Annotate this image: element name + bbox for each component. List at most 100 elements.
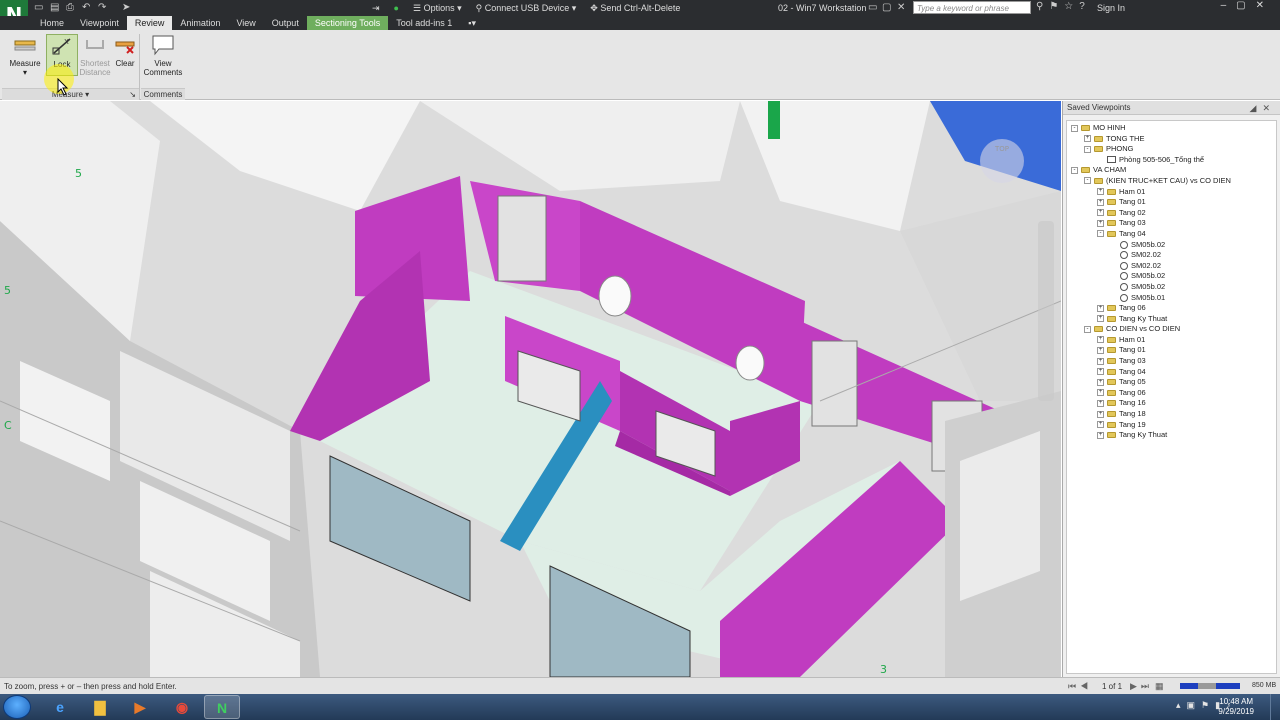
shortest-distance-button[interactable]: Shortest Distance (78, 34, 112, 77)
tree-node[interactable]: SM02.02 (1067, 261, 1276, 272)
collapse-icon[interactable]: - (1084, 325, 1091, 333)
tab-tool-add-ins[interactable]: Tool add-ins 1 (388, 16, 460, 30)
expand-icon[interactable]: + (1097, 410, 1104, 418)
pin-icon[interactable]: ⇥ (372, 3, 380, 14)
send-cad-button[interactable]: ✥ Send Ctrl-Alt-Delete (590, 3, 680, 14)
search-input[interactable]: Type a keyword or phrase (913, 1, 1031, 14)
tab-output[interactable]: Output (264, 16, 307, 30)
tree-node[interactable]: + TONG THE (1067, 134, 1276, 145)
expand-icon[interactable]: + (1097, 209, 1104, 217)
undo-icon[interactable]: ↶ (82, 2, 90, 13)
tab-review[interactable]: Review (126, 16, 173, 30)
ribbon-options-icon[interactable]: ▪▾ (460, 16, 484, 30)
folder-icon (1107, 336, 1116, 343)
expand-icon[interactable]: + (1097, 421, 1104, 429)
panel-expand-icon[interactable]: ↘ (129, 89, 136, 101)
3d-viewport[interactable]: TOP 5 5 C 3 (0, 101, 1061, 677)
tree-node-label: CO DIEN vs CO DIEN (1106, 324, 1181, 334)
tree-node[interactable]: - Tang 04 (1067, 229, 1276, 240)
sheet-browser-icon[interactable]: ▦ (1155, 681, 1164, 692)
clock[interactable]: 10:48 AM 9/29/2019 (1218, 697, 1254, 717)
tab-view[interactable]: View (228, 16, 263, 30)
tree-node[interactable]: SM05b.02 (1067, 282, 1276, 293)
expand-icon[interactable]: + (1084, 135, 1091, 143)
tree-node[interactable]: SM02.02 (1067, 250, 1276, 261)
show-desktop-button[interactable] (1270, 694, 1280, 720)
tree-node[interactable]: + Tang 04 (1067, 367, 1276, 378)
tree-node[interactable]: + Tang Ky Thuat (1067, 314, 1276, 325)
expand-icon[interactable]: + (1097, 315, 1104, 323)
help-icons[interactable]: ⚲⚑☆? (1036, 1, 1091, 12)
expand-icon[interactable]: + (1097, 389, 1104, 397)
minimize-session-icon[interactable]: ▭ (868, 2, 877, 13)
tree-node[interactable]: + Tang 18 (1067, 409, 1276, 420)
navisworks-taskbar-icon[interactable]: N (204, 695, 240, 719)
expand-icon[interactable]: + (1097, 378, 1104, 386)
collapse-icon[interactable]: - (1084, 177, 1091, 185)
expand-icon[interactable]: + (1097, 198, 1104, 206)
page-nav-icons[interactable]: ⏮◀ (1068, 681, 1092, 692)
tree-node[interactable]: + Tang 01 (1067, 197, 1276, 208)
expand-icon[interactable]: + (1097, 336, 1104, 344)
tab-animation[interactable]: Animation (172, 16, 228, 30)
clear-button[interactable]: Clear (112, 34, 138, 68)
tab-sectioning-tools[interactable]: Sectioning Tools (306, 16, 389, 30)
tree-node[interactable]: - PHONG (1067, 144, 1276, 155)
panel-controls[interactable]: ◢✕ (1250, 101, 1276, 115)
expand-icon[interactable]: + (1097, 368, 1104, 376)
expand-icon[interactable]: + (1097, 357, 1104, 365)
tree-node[interactable]: + Tang 01 (1067, 345, 1276, 356)
collapse-icon[interactable]: - (1084, 145, 1091, 153)
expand-icon[interactable]: + (1097, 188, 1104, 196)
tree-node[interactable]: + Tang Ky Thuat (1067, 430, 1276, 441)
tree-node[interactable]: + Tang 03 (1067, 218, 1276, 229)
start-button[interactable] (3, 695, 31, 719)
tree-node[interactable]: - (KIEN TRUC+KET CAU) vs CO DIEN (1067, 176, 1276, 187)
collapse-icon[interactable]: - (1071, 124, 1078, 132)
tree-node[interactable]: + Tang 03 (1067, 356, 1276, 367)
sign-in-link[interactable]: Sign In (1097, 3, 1125, 13)
select-arrow-icon[interactable]: ➤ (122, 2, 130, 13)
media-player-icon[interactable]: ▶ (122, 695, 158, 719)
file-explorer-icon[interactable]: ▇ (82, 695, 118, 719)
tree-node[interactable]: + Tang 02 (1067, 208, 1276, 219)
tab-viewpoint[interactable]: Viewpoint (72, 16, 127, 30)
close-session-icon[interactable]: ✕ (897, 2, 905, 13)
expand-icon[interactable]: + (1097, 304, 1104, 312)
tree-node[interactable]: + Ham 01 (1067, 335, 1276, 346)
tree-node[interactable]: - MO HINH (1067, 123, 1276, 134)
expand-icon[interactable]: + (1097, 346, 1104, 354)
page-next-icons[interactable]: ▶⏭ (1130, 681, 1153, 692)
open-file-icon[interactable]: ▤ (50, 2, 59, 13)
tree-node[interactable]: + Ham 01 (1067, 187, 1276, 198)
measure-button[interactable]: Measure ▾ (7, 34, 43, 77)
expand-icon[interactable]: + (1097, 219, 1104, 227)
tree-node[interactable]: SM05b.02 (1067, 240, 1276, 251)
expand-icon[interactable]: + (1097, 399, 1104, 407)
tree-node[interactable]: + Tang 05 (1067, 377, 1276, 388)
tree-node[interactable]: + Tang 06 (1067, 388, 1276, 399)
tree-node[interactable]: + Tang 16 (1067, 398, 1276, 409)
view-comments-button[interactable]: View Comments (142, 34, 184, 77)
connect-usb-menu[interactable]: ⚲ Connect USB Device ▾ (476, 3, 577, 14)
tree-node[interactable]: + Tang 19 (1067, 420, 1276, 431)
tab-home[interactable]: Home (32, 16, 72, 30)
window-controls[interactable]: –▢✕ (1221, 0, 1274, 11)
tree-node[interactable]: - CO DIEN vs CO DIEN (1067, 324, 1276, 335)
chrome-icon[interactable]: ◉ (164, 695, 200, 719)
internet-explorer-icon[interactable]: e (42, 695, 78, 719)
redo-icon[interactable]: ↷ (98, 2, 106, 13)
navigation-bar[interactable] (1038, 221, 1054, 401)
collapse-icon[interactable]: - (1071, 166, 1078, 174)
tree-node[interactable]: SM05b.02 (1067, 271, 1276, 282)
print-icon[interactable]: ⎙ (66, 2, 74, 13)
options-menu[interactable]: ☰ Options ▾ (413, 3, 462, 14)
tree-node[interactable]: Phòng 505-506_Tổng thể (1067, 155, 1276, 166)
collapse-icon[interactable]: - (1097, 230, 1104, 238)
tree-node[interactable]: + Tang 06 (1067, 303, 1276, 314)
restore-session-icon[interactable]: ▢ (882, 2, 891, 13)
new-file-icon[interactable]: ▭ (34, 2, 43, 13)
expand-icon[interactable]: + (1097, 431, 1104, 439)
tree-node[interactable]: SM05b.01 (1067, 293, 1276, 304)
tree-node[interactable]: - VA CHAM (1067, 165, 1276, 176)
